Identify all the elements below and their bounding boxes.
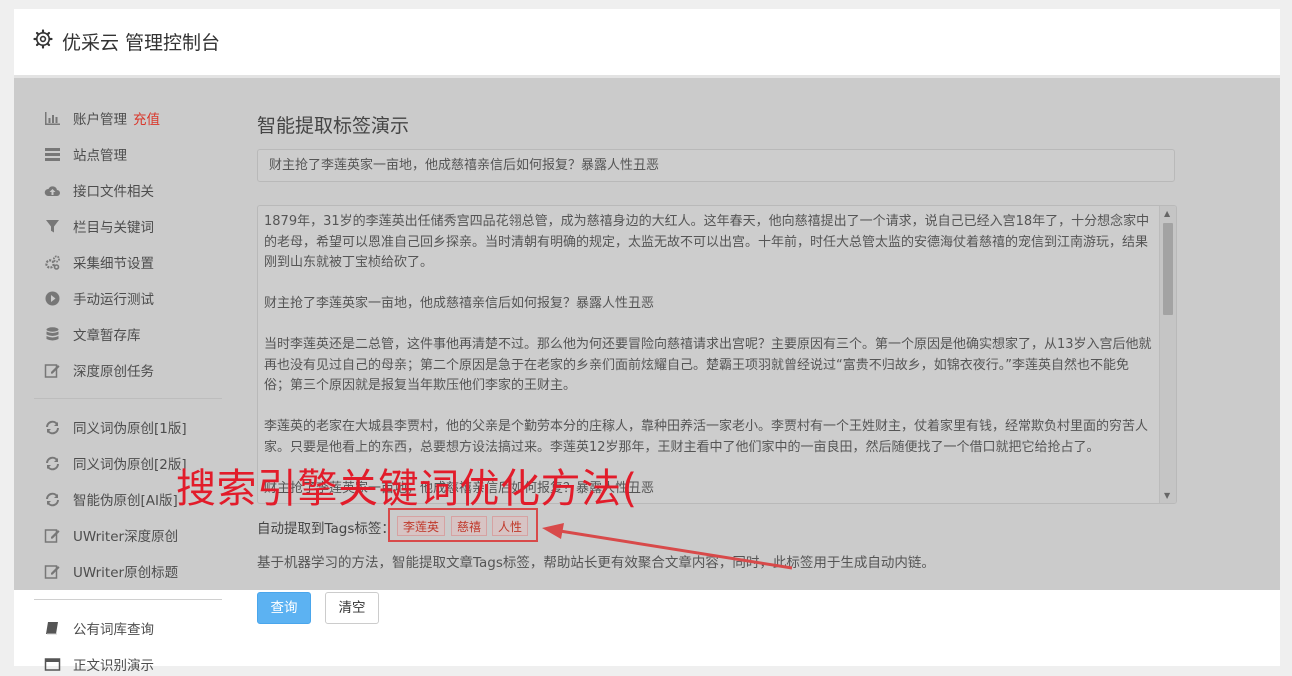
book-icon [46,621,58,634]
sidebar-divider [34,398,222,399]
cloud-upload-icon [44,185,60,196]
scroll-down-arrow-icon[interactable]: ▼ [1164,491,1170,500]
app-title: 优采云 管理控制台 [62,32,221,54]
tag-badge: 李莲英 [397,516,446,536]
refresh-icon [46,492,59,506]
sidebar-item-manual-run[interactable]: 手动运行测试 [44,286,154,310]
tag-badge: 慈禧 [451,516,488,536]
sidebar-item-interface[interactable]: 接口文件相关 [44,178,154,202]
list-icon [45,147,60,161]
content-paragraph: 当时李莲英还是二总管，这件事他再清楚不过。那么他为何还要冒险向慈禧请求出宫呢？主… [264,337,1152,393]
sidebar-item-label: 接口文件相关 [73,184,154,200]
sidebar-item-label: 栏目与关键词 [73,220,154,236]
textarea-scrollbar[interactable]: ▲ ▼ [1159,206,1176,503]
database-icon [46,326,59,340]
edit-icon [44,363,60,378]
play-circle-icon [45,291,60,305]
sidebar-item-keywords[interactable]: 栏目与关键词 [44,214,154,238]
sidebar-item-collect-settings[interactable]: 采集细节设置 [44,250,154,274]
filter-icon [46,219,59,232]
annotation-arrow-icon [542,523,793,570]
sidebar-item-label: UWriter原创标题 [73,565,179,581]
sidebar-item-ai-rewrite[interactable]: 智能伪原创[AI版] [44,487,178,511]
sidebar-item-body-detect[interactable]: 正文识别演示 [44,652,154,676]
query-button[interactable]: 查询 [257,592,311,624]
sidebar-item-uwriter-deep[interactable]: UWriter深度原创 [44,523,178,547]
sidebar-item-label: 同义词伪原创[2版] [73,457,187,473]
sidebar-item-account[interactable]: 账户管理 充值 [44,106,160,130]
sidebar-item-label: 智能伪原创[AI版] [73,493,178,509]
overlay-watermark-text: 搜索引擎关键词优化方法( [176,466,638,512]
recharge-badge[interactable]: 充值 [133,108,160,128]
sidebar-item-label: 站点管理 [73,148,127,164]
sidebar-item-label: 采集细节设置 [73,256,154,272]
bar-chart-icon [45,111,60,125]
sidebar-divider [34,599,222,600]
scroll-up-arrow-icon[interactable]: ▲ [1164,209,1170,218]
content-paragraph: 1879年，31岁的李莲英出任储秀宫四品花翎总管，成为慈禧身边的大红人。这年春天… [264,214,1150,270]
refresh-icon [46,420,59,434]
sidebar-item-label: 深度原创任务 [73,364,154,380]
tags-label: 自动提取到Tags标签： [257,521,395,537]
sidebar-item-label: 正文识别演示 [73,658,154,674]
sidebar-item-deep-original[interactable]: 深度原创任务 [44,358,154,382]
header-bar: 优采云 管理控制台 [14,9,1280,78]
sidebar-item-label: 账户管理 [73,112,127,128]
gear-icon [33,29,53,49]
article-title-input[interactable]: 财主抢了李莲英家一亩地，他成慈禧亲信后如何报复？暴露人性丑恶 [257,149,1175,182]
sidebar-item-label: 手动运行测试 [73,292,154,308]
sidebar-item-label: UWriter深度原创 [73,529,179,545]
sidebar-item-article-store[interactable]: 文章暂存库 [44,322,141,346]
sidebar-item-public-lexicon[interactable]: 公有词库查询 [44,616,154,640]
content-lower-area [14,590,1280,666]
clear-button[interactable]: 清空 [325,592,379,624]
gears-icon [45,255,60,270]
scrollbar-thumb[interactable] [1163,223,1173,315]
sidebar-item-synonym-v1[interactable]: 同义词伪原创[1版] [44,415,187,439]
sidebar-item-label: 公有词库查询 [73,622,154,638]
window-icon [44,657,61,671]
edit-icon [44,528,60,543]
edit-icon [44,564,60,579]
sidebar-item-label: 文章暂存库 [73,328,141,344]
page-title: 智能提取标签演示 [257,115,410,137]
sidebar-item-sites[interactable]: 站点管理 [44,142,127,166]
tag-badge: 人性 [492,516,529,536]
refresh-icon [46,456,59,470]
sidebar-item-synonym-v2[interactable]: 同义词伪原创[2版] [44,451,187,475]
content-paragraph: 李莲英的老家在大城县李贾村，他的父亲是个勤劳本分的庄稼人，靠种田养活一家老小。李… [264,419,1149,455]
sidebar-item-label: 同义词伪原创[1版] [73,421,187,437]
sidebar-item-uwriter-title[interactable]: UWriter原创标题 [44,559,178,583]
content-paragraph: 财主抢了李莲英家一亩地，他成慈禧亲信后如何报复？暴露人性丑恶 [264,296,655,311]
